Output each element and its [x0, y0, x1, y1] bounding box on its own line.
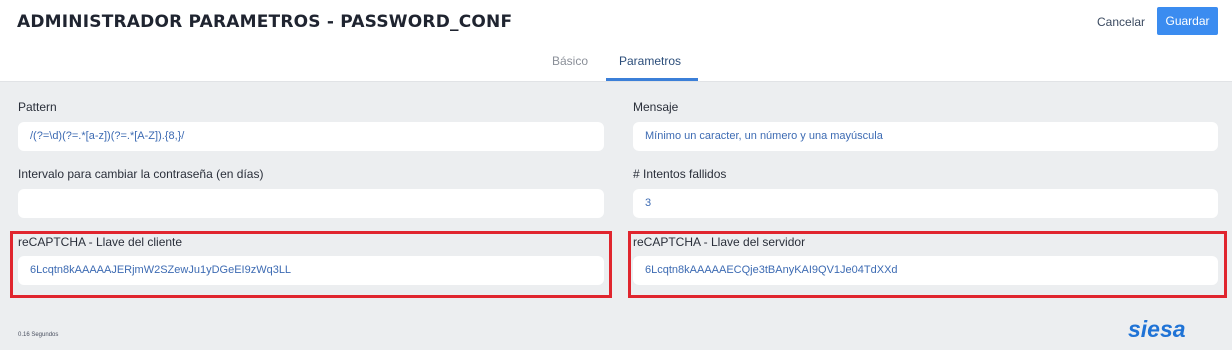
- active-tab-indicator: [606, 78, 698, 81]
- cancel-button[interactable]: Cancelar: [1091, 9, 1151, 35]
- intervalo-label: Intervalo para cambiar la contraseña (en…: [18, 167, 264, 181]
- intentos-input[interactable]: 3: [633, 189, 1218, 218]
- page-header: ADMINISTRADOR PARAMETROS - PASSWORD_CONF…: [0, 0, 1232, 46]
- pattern-label: Pattern: [18, 100, 57, 114]
- intentos-label: # Intentos fallidos: [633, 167, 727, 181]
- svg-text:siesa: siesa: [1128, 316, 1186, 342]
- tab-parametros[interactable]: Parametros: [619, 54, 681, 68]
- highlight-box-servidor: [628, 231, 1227, 298]
- tab-basico[interactable]: Básico: [552, 54, 588, 68]
- save-button[interactable]: Guardar: [1157, 7, 1218, 35]
- response-time-label: 0.16 Segundos: [18, 332, 59, 338]
- siesa-logo: siesa: [1128, 316, 1186, 342]
- tab-bar: Básico Parametros: [0, 46, 1232, 82]
- pattern-input[interactable]: /(?=\d)(?=.*[a-z])(?=.*[A-Z]).{8,}/: [18, 122, 604, 151]
- page-title: ADMINISTRADOR PARAMETROS - PASSWORD_CONF: [17, 12, 513, 32]
- intervalo-input[interactable]: [18, 189, 604, 218]
- mensaje-input[interactable]: Mínimo un caracter, un número y una mayú…: [633, 122, 1218, 151]
- mensaje-label: Mensaje: [633, 100, 679, 114]
- highlight-box-cliente: [10, 231, 612, 298]
